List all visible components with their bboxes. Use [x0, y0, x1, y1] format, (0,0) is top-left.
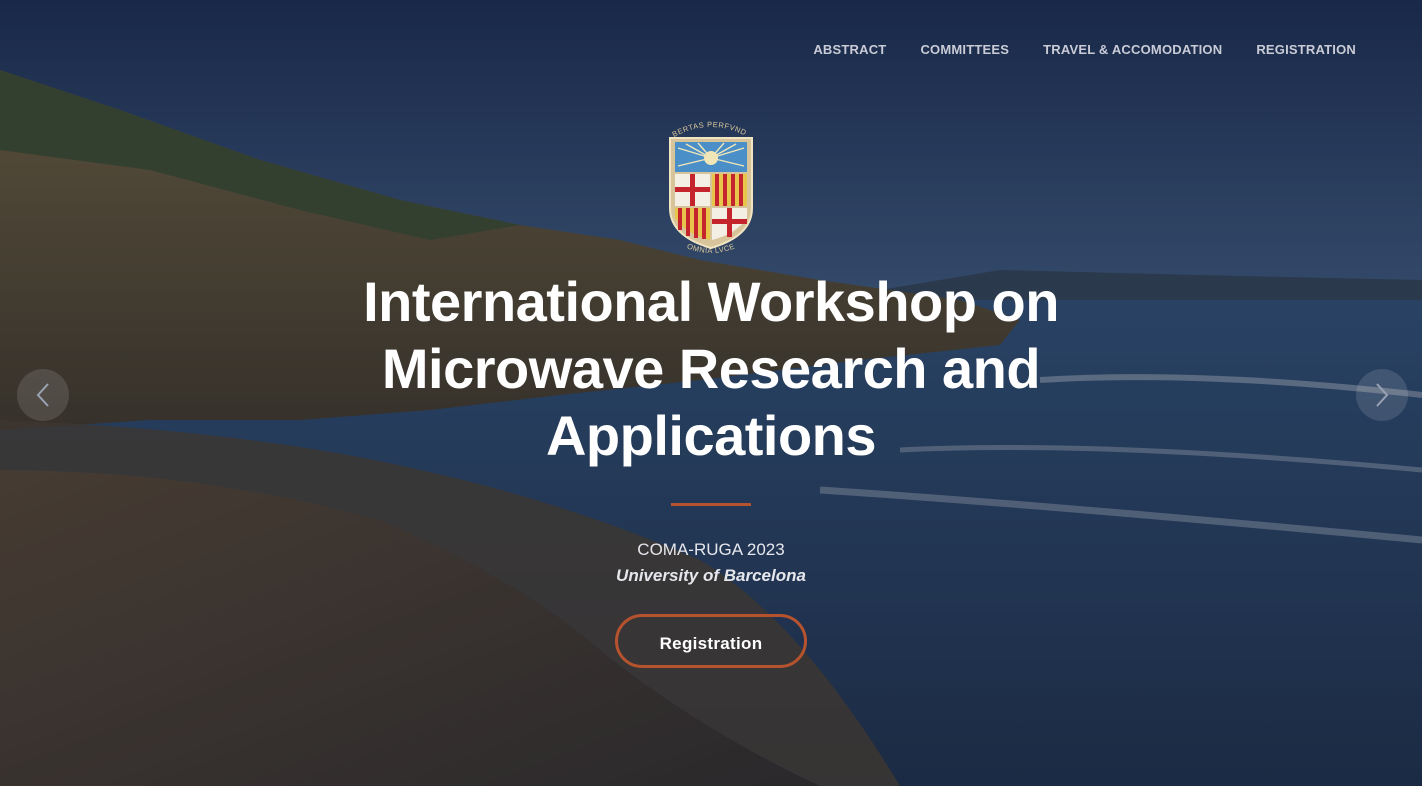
main-nav: ABSTRACT COMMITTEES TRAVEL & ACCOMODATIO… — [779, 0, 1422, 98]
hero-title: International Workshop on Microwave Rese… — [363, 270, 1059, 467]
nav-item-abstract[interactable]: ABSTRACT — [813, 42, 886, 57]
hero-slider: ABSTRACT COMMITTEES TRAVEL & ACCOMODATIO… — [0, 0, 1422, 786]
event-code: COMA-RUGA 2023 — [637, 540, 785, 559]
registration-button[interactable]: Registration — [615, 614, 807, 668]
svg-text:LIBERTAS PERFVNDET: LIBERTAS PERFVNDET — [666, 118, 748, 139]
chevron-left-icon — [36, 383, 49, 407]
university-crest-logo: LIBERTAS PERFVNDET OMNIA LVCE — [666, 118, 753, 255]
carousel-prev-button[interactable] — [17, 369, 69, 421]
crest-motto-top: LIBERTAS PERFVNDET — [666, 118, 748, 139]
hero-content: LIBERTAS PERFVNDET OMNIA LVCE — [0, 118, 1422, 668]
nav-item-registration[interactable]: REGISTRATION — [1256, 42, 1356, 57]
chevron-right-icon — [1376, 383, 1389, 407]
carousel-next-button[interactable] — [1356, 369, 1408, 421]
nav-item-committees[interactable]: COMMITTEES — [920, 42, 1009, 57]
title-divider — [671, 503, 751, 506]
institution-name: University of Barcelona — [616, 566, 806, 585]
nav-item-travel-accomodation[interactable]: TRAVEL & ACCOMODATION — [1043, 42, 1222, 57]
